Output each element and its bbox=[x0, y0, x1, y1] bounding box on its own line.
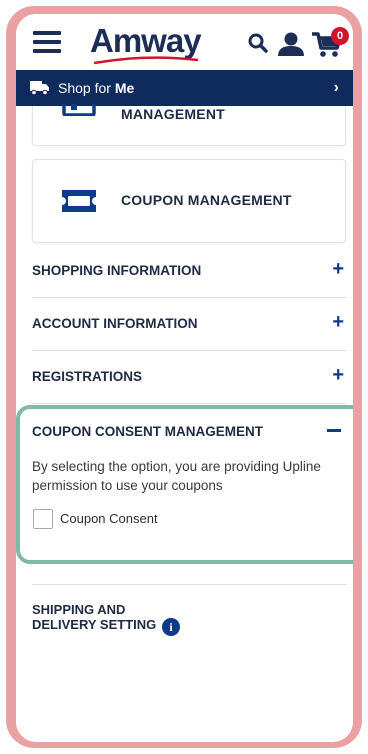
account-icon[interactable] bbox=[278, 32, 304, 56]
coupon-ticket-icon bbox=[62, 190, 96, 212]
coupon-consent-title[interactable]: COUPON CONSENT MANAGEMENT bbox=[32, 424, 263, 439]
hamburger-menu-icon[interactable] bbox=[33, 31, 61, 53]
shop-for-label: Shop for Me bbox=[58, 80, 134, 96]
coupon-consent-description: By selecting the option, you are providi… bbox=[32, 459, 321, 493]
section-title: SHOPPING INFORMATION bbox=[32, 263, 202, 278]
section-registrations[interactable]: REGISTRATIONS + bbox=[32, 351, 346, 404]
plus-icon[interactable]: + bbox=[332, 365, 344, 385]
chevron-right-icon[interactable]: › bbox=[334, 79, 339, 97]
shop-for-bar[interactable]: Shop for Me › bbox=[16, 70, 353, 106]
info-icon[interactable]: i bbox=[162, 618, 180, 636]
search-icon[interactable] bbox=[248, 33, 268, 53]
coupon-management-label: COUPON MANAGEMENT bbox=[121, 192, 292, 208]
section-title: REGISTRATIONS bbox=[32, 369, 143, 384]
plus-icon[interactable]: + bbox=[332, 259, 344, 279]
coupon-management-card[interactable]: COUPON MANAGEMENT bbox=[32, 159, 346, 243]
app-header: Amway 0 bbox=[16, 14, 353, 70]
logo-swoosh bbox=[93, 56, 199, 65]
shipping-line-1: SHIPPING AND bbox=[32, 602, 126, 617]
shop-for-prefix: Shop for bbox=[58, 80, 115, 96]
shipping-delivery-setting-title[interactable]: SHIPPING AND DELIVERY SETTING bbox=[32, 602, 156, 632]
truck-icon bbox=[30, 81, 49, 95]
coupon-consent-checkbox-label[interactable]: Coupon Consent bbox=[60, 511, 158, 526]
cart-count-badge: 0 bbox=[331, 27, 349, 45]
minus-icon[interactable] bbox=[327, 429, 341, 432]
amway-logo[interactable]: Amway bbox=[90, 22, 202, 68]
divider bbox=[32, 584, 346, 585]
phone-screen: Amway 0 Shop for Me › MANAGEMENT COUPON … bbox=[16, 14, 353, 742]
coupon-consent-checkbox[interactable] bbox=[33, 509, 53, 529]
plus-icon[interactable]: + bbox=[332, 312, 344, 332]
section-shopping-information[interactable]: SHOPPING INFORMATION + bbox=[32, 245, 346, 298]
management-card-partial[interactable]: MANAGEMENT bbox=[32, 104, 346, 146]
section-account-information[interactable]: ACCOUNT INFORMATION + bbox=[32, 298, 346, 351]
section-title: ACCOUNT INFORMATION bbox=[32, 316, 198, 331]
shipping-line-2: DELIVERY SETTING bbox=[32, 617, 157, 632]
management-card-label: MANAGEMENT bbox=[121, 106, 225, 122]
logo-text: Amway bbox=[90, 22, 202, 59]
shop-for-target: Me bbox=[114, 80, 135, 96]
cart-count: 0 bbox=[336, 30, 344, 42]
management-icon bbox=[62, 104, 96, 116]
